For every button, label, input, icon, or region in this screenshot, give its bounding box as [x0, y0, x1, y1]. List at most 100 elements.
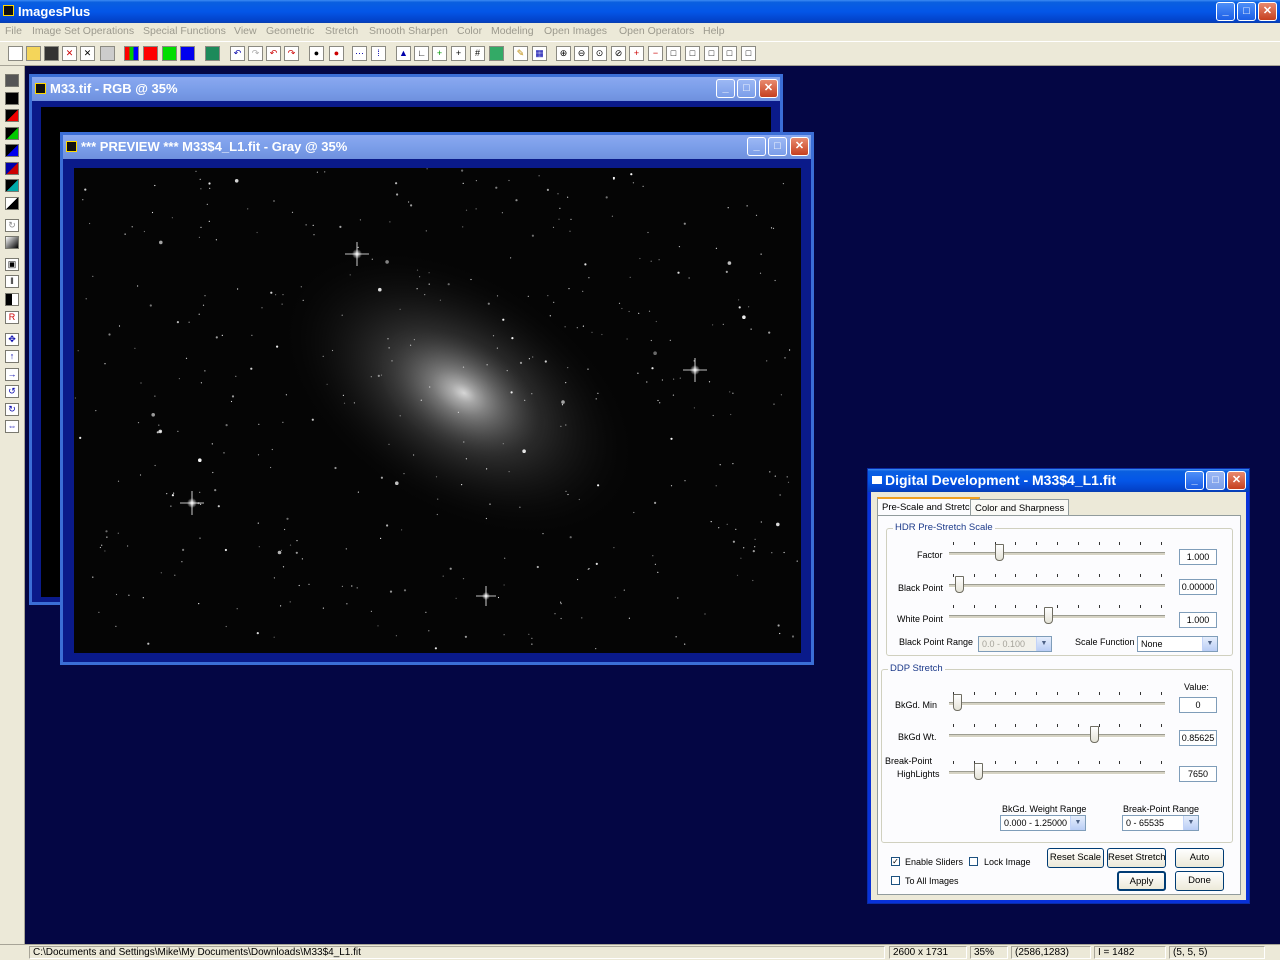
red-channel-icon[interactable] — [143, 46, 158, 61]
save-icon-left[interactable] — [5, 74, 19, 87]
menu-open-operators[interactable]: Open Operators — [619, 25, 694, 37]
bars-icon[interactable]: ‖ — [5, 275, 19, 288]
close-icon[interactable]: ✕ — [1258, 2, 1277, 21]
redo-icon[interactable]: ↷ — [248, 46, 263, 61]
menu-special-functions[interactable]: Special Functions — [143, 25, 226, 37]
apply-button[interactable]: Apply — [1117, 871, 1166, 891]
maximize-icon[interactable]: □ — [768, 137, 787, 156]
slider-thumb[interactable] — [1090, 726, 1099, 743]
black-point-slider[interactable] — [949, 574, 1165, 594]
minimize-icon[interactable]: _ — [1216, 2, 1235, 21]
black-point-value[interactable]: 0.00000 — [1179, 579, 1217, 595]
maximize-icon[interactable]: □ — [1237, 2, 1256, 21]
arrow-up-icon[interactable]: ↑ — [5, 350, 19, 363]
bkgd-wt-value[interactable]: 0.85625 — [1179, 730, 1217, 746]
slider-thumb[interactable] — [1044, 607, 1053, 624]
black-icon[interactable] — [5, 92, 19, 105]
slider-thumb[interactable] — [995, 544, 1004, 561]
mixed-overlay-icon[interactable] — [5, 162, 19, 175]
histogram-icon[interactable] — [205, 46, 220, 61]
undo-all-icon[interactable]: ↶ — [266, 46, 281, 61]
close-image-icon[interactable]: ✕ — [80, 46, 95, 61]
rect-4-icon[interactable]: □ — [722, 46, 737, 61]
print-icon[interactable] — [100, 46, 115, 61]
rotate-right-icon[interactable]: ↻ — [5, 403, 19, 416]
slider-thumb[interactable] — [953, 694, 962, 711]
grid-icon[interactable]: # — [470, 46, 485, 61]
white-point-slider[interactable] — [949, 605, 1165, 625]
pencil-icon[interactable]: ✎ — [513, 46, 528, 61]
triangle-icon[interactable]: ▲ — [396, 46, 411, 61]
rgb-channels-icon[interactable] — [124, 46, 139, 61]
menu-stretch[interactable]: Stretch — [325, 25, 358, 37]
bkgd-min-value[interactable]: 0 — [1179, 697, 1217, 713]
reset-stretch-button[interactable]: Reset Stretch — [1107, 848, 1166, 868]
close-icon[interactable]: ✕ — [790, 137, 809, 156]
blue-overlay-icon[interactable] — [5, 144, 19, 157]
crosshair-green-icon[interactable]: + — [432, 46, 447, 61]
green-channel-icon[interactable] — [162, 46, 177, 61]
tab-color-and-sharpness[interactable]: Color and Sharpness — [970, 499, 1070, 516]
menu-smooth-sharpen[interactable]: Smooth Sharpen — [369, 25, 448, 37]
green-overlay-icon[interactable] — [5, 127, 19, 140]
menu-open-images[interactable]: Open Images — [544, 25, 607, 37]
flip-icon[interactable]: ⇔ — [5, 420, 19, 433]
bkgd-wt-slider[interactable] — [949, 724, 1165, 744]
new-icon[interactable] — [8, 46, 23, 61]
menu-file[interactable]: File — [5, 25, 22, 37]
menu-color[interactable]: Color — [457, 25, 482, 37]
image-tools-icon[interactable] — [489, 46, 504, 61]
subtract-icon[interactable]: − — [648, 46, 663, 61]
white-point-value[interactable]: 1.000 — [1179, 612, 1217, 628]
reset-scale-button[interactable]: Reset Scale — [1047, 848, 1104, 868]
black-point-range-select[interactable]: 0.0 - 0.100 ▼ — [978, 636, 1052, 652]
galaxy-image[interactable] — [74, 168, 801, 653]
rect-5-icon[interactable]: □ — [741, 46, 756, 61]
crop-icon[interactable]: R — [5, 311, 19, 324]
refresh-icon[interactable]: ↻ — [5, 219, 19, 232]
zoom-reset-icon[interactable]: ⊘ — [611, 46, 626, 61]
tab-pre-scale-and-stretch[interactable]: Pre-Scale and Stretch — [877, 497, 980, 516]
break-point-value[interactable]: 7650 — [1179, 766, 1217, 782]
rect-1-icon[interactable]: □ — [666, 46, 681, 61]
factor-value[interactable]: 1.000 — [1179, 549, 1217, 565]
corner-icon[interactable] — [5, 197, 19, 210]
zoom-out-icon[interactable]: ⊖ — [574, 46, 589, 61]
cyan-overlay-icon[interactable] — [5, 179, 19, 192]
red-overlay-icon[interactable] — [5, 109, 19, 122]
image-window-preview[interactable]: *** PREVIEW *** M33$4_L1.fit - Gray @ 35… — [60, 132, 814, 665]
slider-thumb[interactable] — [974, 763, 983, 780]
gradient-icon[interactable] — [5, 236, 19, 249]
break-point-range-select[interactable]: 0 - 65535 ▼ — [1122, 815, 1199, 831]
done-button[interactable]: Done — [1175, 871, 1224, 891]
move-icon[interactable]: ✥ — [5, 333, 19, 346]
slider-track[interactable] — [949, 615, 1165, 619]
menu-geometric[interactable]: Geometric — [266, 25, 314, 37]
slider-track[interactable] — [949, 734, 1165, 738]
slider-track[interactable] — [949, 584, 1165, 588]
blue-channel-icon[interactable] — [180, 46, 195, 61]
minimize-icon[interactable]: _ — [747, 137, 766, 156]
frame-icon[interactable]: ▣ — [5, 258, 19, 271]
slider-track[interactable] — [949, 702, 1165, 706]
bkgd-min-slider[interactable] — [949, 692, 1165, 712]
zoom-fit-icon[interactable]: ⊙ — [592, 46, 607, 61]
arrow-right-icon[interactable]: → — [5, 368, 19, 381]
menu-image-set-operations[interactable]: Image Set Operations — [32, 25, 134, 37]
bkgd-weight-range-select[interactable]: 0.000 - 1.25000 ▼ — [1000, 815, 1086, 831]
to-all-images-checkbox[interactable] — [891, 876, 900, 885]
slider-track[interactable] — [949, 552, 1165, 556]
slider-thumb[interactable] — [955, 576, 964, 593]
mask-red-icon[interactable]: ● — [329, 46, 344, 61]
factor-slider[interactable] — [949, 542, 1165, 562]
rect-3-icon[interactable]: □ — [704, 46, 719, 61]
redo-all-icon[interactable]: ↷ — [284, 46, 299, 61]
enable-sliders-checkbox[interactable]: ✓ — [891, 857, 900, 866]
delete-icon[interactable]: ✕ — [62, 46, 77, 61]
menu-view[interactable]: View — [234, 25, 257, 37]
mask-icon[interactable]: ● — [309, 46, 324, 61]
rotate-left-icon[interactable]: ↺ — [5, 385, 19, 398]
close-icon[interactable]: ✕ — [1227, 471, 1246, 490]
maximize-icon[interactable]: □ — [1206, 471, 1225, 490]
menu-modeling[interactable]: Modeling — [491, 25, 534, 37]
